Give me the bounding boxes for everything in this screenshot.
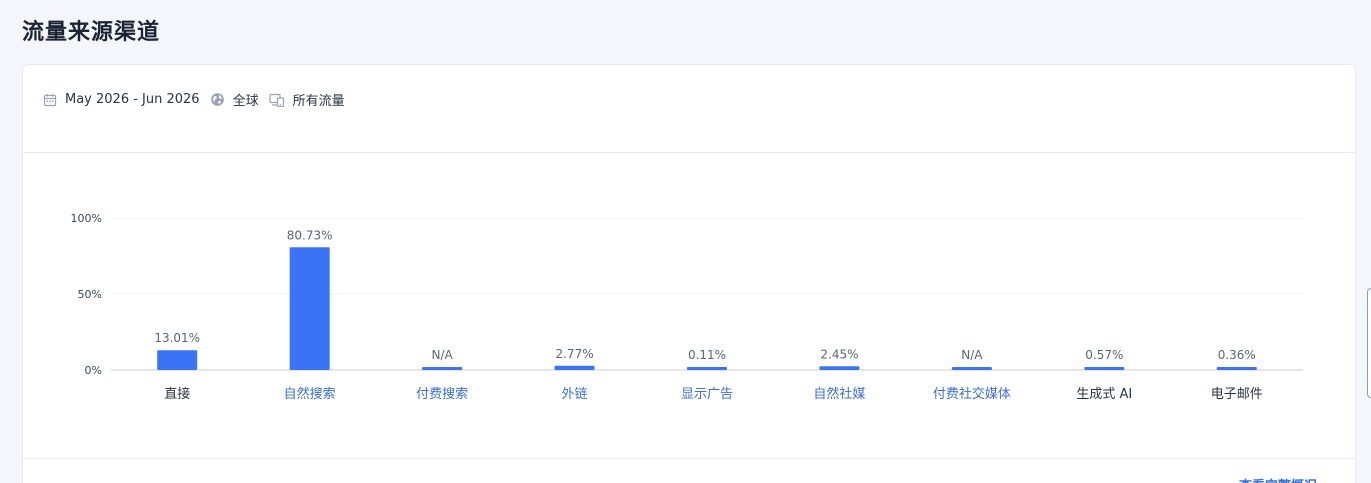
bar (687, 367, 727, 370)
data-label: N/A (961, 348, 983, 362)
x-tick-label: 电子邮件 (1211, 387, 1263, 402)
data-label: 2.45% (820, 347, 858, 361)
x-tick-label: 直接 (164, 386, 190, 402)
data-label: 0.57% (1085, 348, 1123, 362)
y-tick-label: 50% (78, 288, 102, 301)
x-tick-label[interactable]: 外链 (562, 387, 588, 402)
y-tick-label: 0% (85, 364, 102, 377)
side-panel-handle[interactable] (1367, 288, 1371, 398)
x-tick-label[interactable]: 付费搜索 (416, 387, 468, 402)
bar (289, 247, 330, 370)
data-label: 13.01% (154, 331, 200, 345)
data-label: 0.11% (688, 348, 726, 362)
x-tick-label[interactable]: 显示广告 (681, 387, 733, 402)
x-tick-label: 生成式 AI (1076, 387, 1132, 402)
data-label: 0.36% (1218, 348, 1256, 362)
bar (819, 366, 860, 370)
bar-empty (951, 367, 992, 370)
view-full-overview-link[interactable]: 查看完整概况 (1239, 475, 1317, 483)
bar-empty (422, 367, 463, 370)
bar (157, 350, 198, 370)
data-label: 80.73% (287, 228, 333, 242)
y-tick-label: 100% (71, 212, 102, 225)
traffic-channels-card: May 2026 - Jun 2026 全球 所有流量 0% 50% 100% … (22, 64, 1356, 483)
card-divider (23, 458, 1355, 459)
bar (554, 365, 595, 370)
page-title: 流量来源渠道 (22, 20, 161, 45)
data-label: N/A (431, 348, 453, 362)
x-tick-label[interactable]: 自然搜索 (284, 386, 336, 402)
bar (1084, 367, 1125, 370)
x-tick-label[interactable]: 自然社媒 (813, 386, 865, 402)
bar (1216, 367, 1257, 370)
data-label: 2.77% (555, 347, 593, 361)
traffic-channel-bar-chart: 0% 50% 100% 13.01% 直接 80.73% 自然搜索 N/A 付费搜索 2.77% 外… (71, 212, 1303, 402)
x-tick-label[interactable]: 付费社交媒体 (933, 386, 1011, 402)
